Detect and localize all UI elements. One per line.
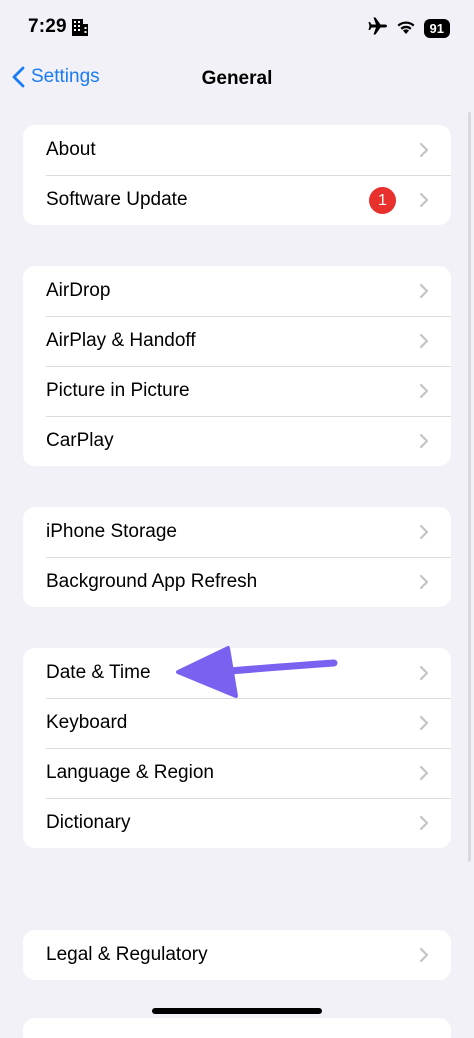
row-carplay[interactable]: CarPlay <box>23 416 451 466</box>
home-indicator[interactable] <box>152 1008 322 1014</box>
chevron-right-icon <box>419 383 429 399</box>
page-title: General <box>201 68 273 89</box>
row-label: Legal & Regulatory <box>46 944 208 965</box>
chevron-right-icon <box>419 333 429 349</box>
row-keyboard[interactable]: Keyboard <box>23 698 451 748</box>
row-about[interactable]: About <box>23 125 451 175</box>
row-airdrop[interactable]: AirDrop <box>23 266 451 316</box>
next-group-peek <box>23 1018 451 1038</box>
chevron-right-icon <box>419 192 429 208</box>
scrollbar[interactable] <box>468 112 471 862</box>
row-language-region[interactable]: Language & Region <box>23 748 451 798</box>
row-label: Dictionary <box>46 812 131 833</box>
notification-badge: 1 <box>369 187 396 214</box>
row-airplay-handoff[interactable]: AirPlay & Handoff <box>23 316 451 366</box>
row-label: AirPlay & Handoff <box>46 330 196 351</box>
row-label: iPhone Storage <box>46 521 177 542</box>
row-legal-regulatory[interactable]: Legal & Regulatory <box>23 930 451 980</box>
row-label: Software Update <box>46 189 188 210</box>
row-label: Picture in Picture <box>46 380 190 401</box>
chevron-right-icon <box>419 765 429 781</box>
navbar: Settings General <box>0 58 474 102</box>
chevron-right-icon <box>419 815 429 831</box>
settings-group-legal: Legal & Regulatory <box>23 930 451 980</box>
chevron-right-icon <box>419 283 429 299</box>
settings-group-connectivity: AirDrop AirPlay & Handoff Picture in Pic… <box>23 266 451 466</box>
battery-icon: 91 <box>423 19 450 38</box>
row-label: About <box>46 139 96 160</box>
annotation-arrow-icon <box>176 646 338 698</box>
wifi-icon <box>396 19 416 39</box>
chevron-right-icon <box>419 665 429 681</box>
chevron-right-icon <box>419 142 429 158</box>
row-label: Date & Time <box>46 662 151 683</box>
status-time: 7:29 <box>28 16 67 37</box>
airplane-icon <box>368 17 388 40</box>
chevron-right-icon <box>419 524 429 540</box>
row-label: Language & Region <box>46 762 214 783</box>
settings-group-storage: iPhone Storage Background App Refresh <box>23 507 451 607</box>
row-iphone-storage[interactable]: iPhone Storage <box>23 507 451 557</box>
row-picture-in-picture[interactable]: Picture in Picture <box>23 366 451 416</box>
chevron-right-icon <box>419 433 429 449</box>
row-dictionary[interactable]: Dictionary <box>23 798 451 848</box>
chevron-right-icon <box>419 574 429 590</box>
chevron-right-icon <box>419 715 429 731</box>
building-icon <box>72 19 88 41</box>
chevron-right-icon <box>419 947 429 963</box>
row-software-update[interactable]: Software Update 1 <box>23 175 451 225</box>
row-background-app-refresh[interactable]: Background App Refresh <box>23 557 451 607</box>
row-label: AirDrop <box>46 280 111 301</box>
row-label: Background App Refresh <box>46 571 258 592</box>
settings-group-about: About Software Update 1 <box>23 125 451 225</box>
row-label: Keyboard <box>46 712 128 733</box>
row-label: CarPlay <box>46 430 114 451</box>
status-bar: 7:29 91 <box>0 0 474 58</box>
